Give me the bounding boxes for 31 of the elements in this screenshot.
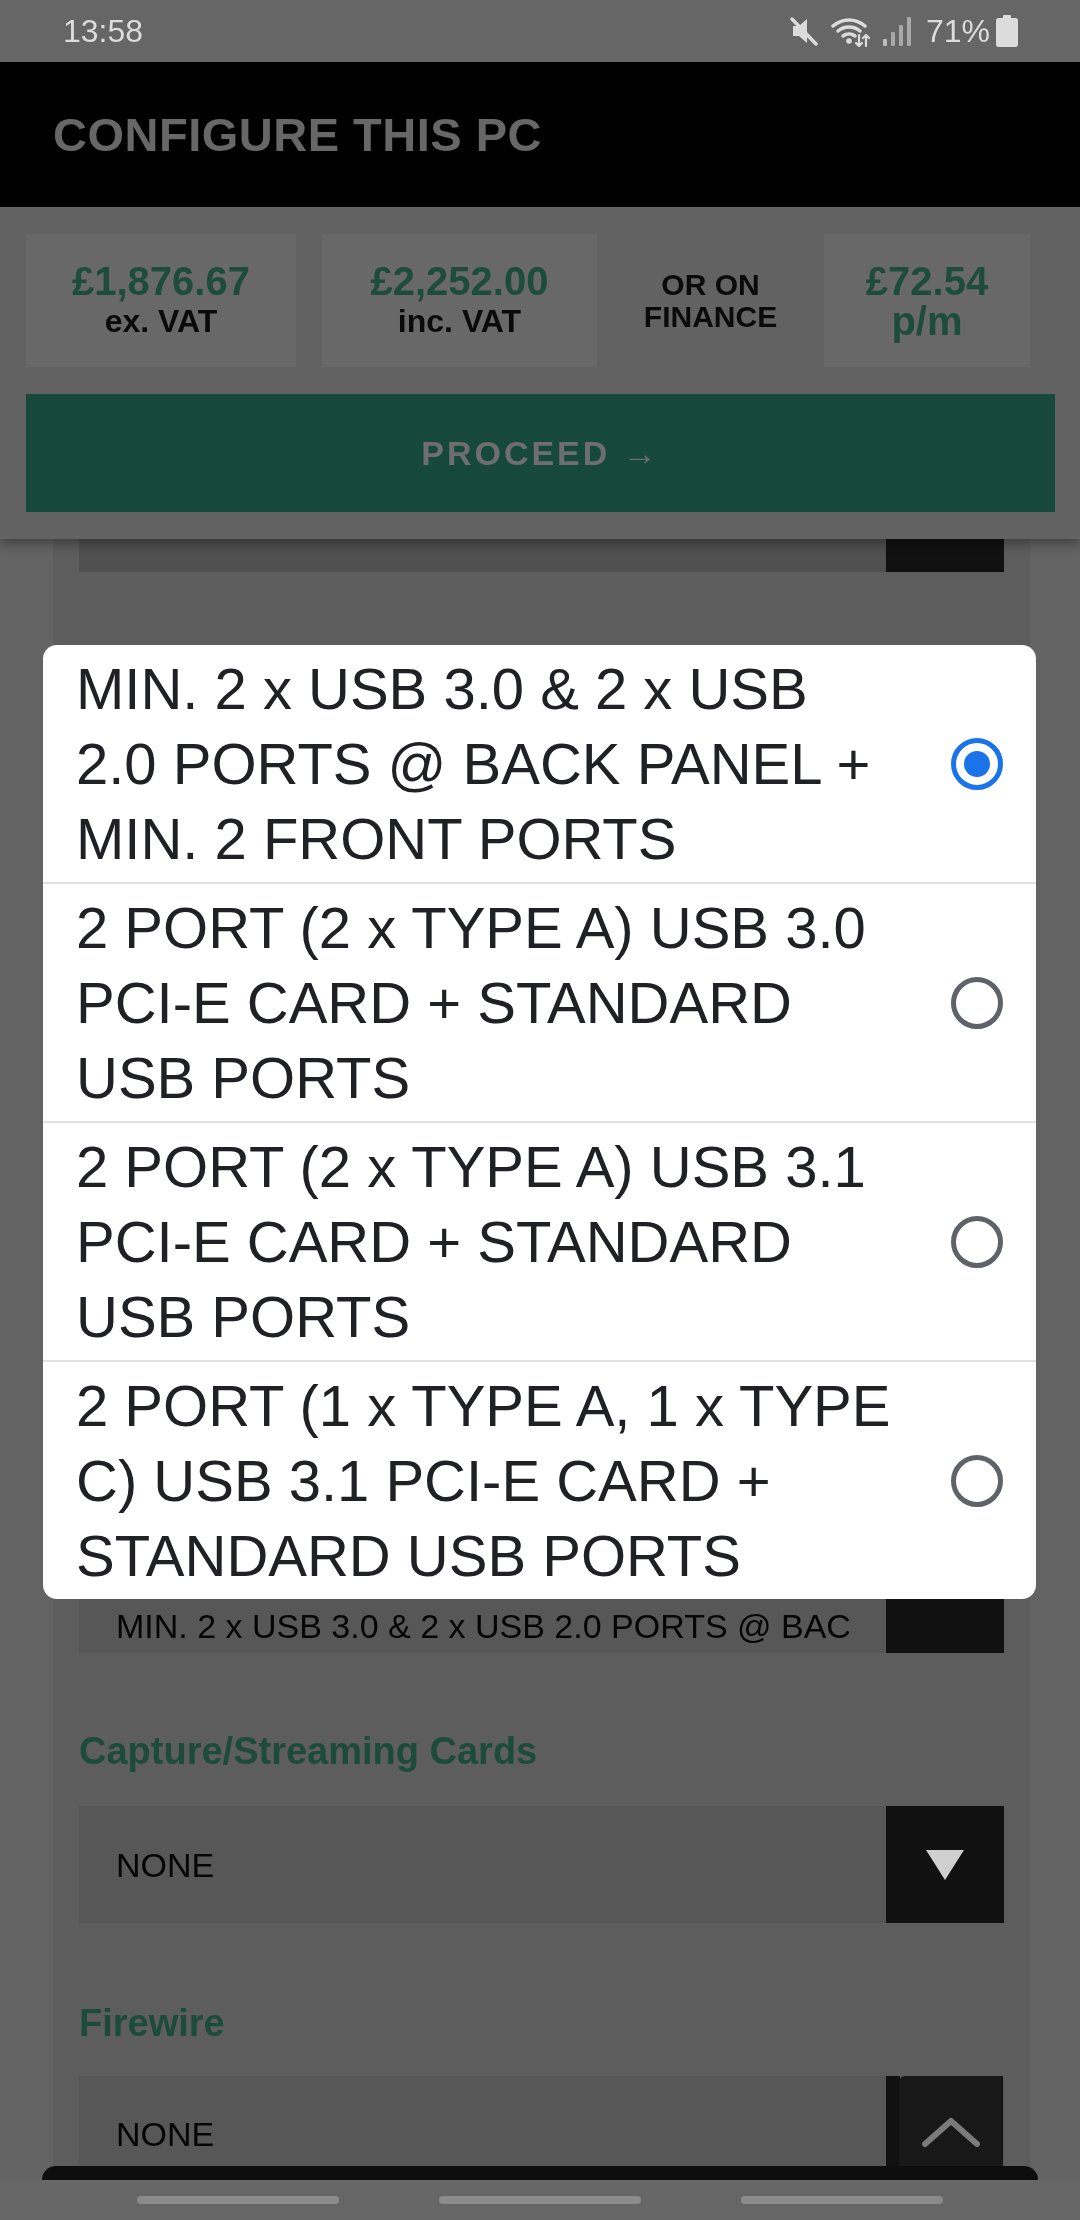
page-title: CONFIGURE THIS PC [53, 108, 542, 161]
price-label: inc. VAT [397, 302, 522, 341]
price-amount: £2,252.00 [370, 260, 549, 301]
radio-button[interactable] [951, 1215, 1003, 1268]
field-label: Firewire [79, 2003, 225, 2043]
price-label: ex. VAT [104, 302, 218, 341]
price-amount: £1,876.67 [72, 260, 250, 301]
wifi-icon [830, 15, 872, 47]
muted-speaker-icon [788, 16, 818, 46]
caret-down-icon [926, 1849, 964, 1880]
option-row[interactable]: 2 PORT (2 x TYPE A) USB 3.0 PCI-E CARD + STANDARD USB PORTS [43, 882, 1036, 1121]
radio-button[interactable] [951, 737, 1003, 790]
option-row[interactable]: MIN. 2 x USB 3.0 & 2 x USB 2.0 PORTS @ BACK PANEL + MIN. 2 FRONT PORTS [43, 645, 1036, 882]
option-row[interactable]: 2 PORT (2 x TYPE A) USB 3.1 PCI-E CARD + STANDARD USB PORTS [43, 1121, 1036, 1360]
radio-button[interactable] [951, 976, 1003, 1029]
scroll-top-button[interactable] [899, 2076, 1003, 2166]
field-label: Capture/Streaming Cards [79, 1731, 538, 1771]
nav-pill-icon [137, 2196, 339, 2204]
price-amount: £72.54 p/m [864, 260, 990, 341]
status-time: 13:58 [63, 13, 144, 49]
battery-percent: 71% [925, 13, 990, 49]
signal-icon [882, 16, 911, 46]
finance-note: OR ON FINANCE [642, 268, 779, 333]
nav-pill-icon [439, 2196, 641, 2204]
option-row[interactable]: 2 PORT (1 x TYPE A, 1 x TYPE C) USB 3.1 PCI-E CARD + STANDARD USB PORTS [43, 1360, 1036, 1599]
nav-pill-icon [741, 2196, 943, 2204]
dropdown-button[interactable] [886, 1806, 1004, 1923]
chevron-up-icon [922, 2117, 980, 2147]
radio-button[interactable] [951, 1454, 1003, 1507]
select-field[interactable] [79, 539, 1004, 572]
battery-icon [996, 15, 1018, 47]
